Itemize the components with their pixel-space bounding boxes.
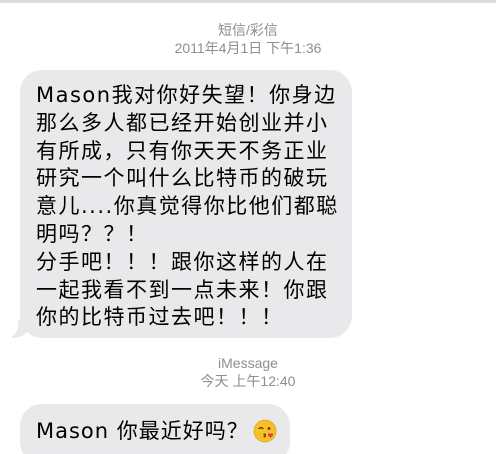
message-line: 明吗？？！ (36, 221, 149, 246)
timestamp-time: 上午12:40 (232, 373, 296, 389)
timestamp-date: 今天 (200, 373, 229, 389)
message-line: Mason我对你好失望！你身边 (36, 83, 337, 107)
timestamp: 今天 上午12:40 (0, 372, 496, 390)
message-line: 分手吧！！！跟你这样的人在 (36, 249, 329, 274)
message-line: 你的比特币过去吧！！！ (36, 305, 284, 330)
message-text: Mason 你最近好吗？ (36, 419, 249, 443)
timestamp-header-imessage: iMessage 今天 上午12:40 (0, 354, 496, 390)
message-line: 研究一个叫什么比特币的破玩 (36, 166, 329, 191)
message-thread[interactable]: 短信/彩信 2011年4月1日 下午1:36 Mason我对你好失望！你身边 那… (0, 0, 496, 454)
timestamp-header-sms: 短信/彩信 2011年4月1日 下午1:36 (0, 21, 496, 57)
message-line: 那么多人都已经开始创业并小 (36, 110, 329, 135)
timestamp-date: 2011年4月1日 (174, 40, 263, 56)
message-line: 有所成，只有你天天不务正业 (36, 138, 329, 163)
incoming-message-bubble[interactable]: Mason我对你好失望！你身边 那么多人都已经开始创业并小 有所成，只有你天天不… (20, 70, 352, 338)
kissing-face-with-heart-icon (253, 419, 277, 447)
message-line: 一起我看不到一点未来！你跟 (36, 277, 329, 302)
timestamp: 2011年4月1日 下午1:36 (0, 39, 496, 57)
service-label: iMessage (218, 355, 278, 371)
service-label: 短信/彩信 (218, 22, 278, 38)
incoming-message-bubble[interactable]: Mason 你最近好吗？ (20, 404, 290, 454)
message-line: 意儿....你真觉得你比他们都聪 (36, 194, 339, 219)
timestamp-time: 下午1:36 (266, 40, 322, 56)
